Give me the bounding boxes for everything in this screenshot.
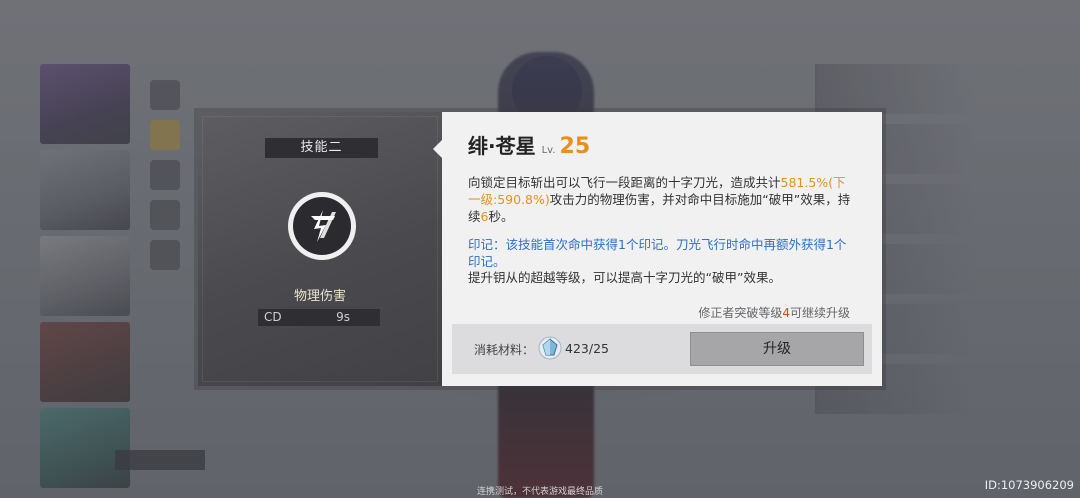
skill-name: 绯·苍星 (468, 134, 536, 158)
cost-box: 消耗材料： 423/25 升级 (452, 324, 872, 374)
breakthrough-requirement: 修正者突破等级4可继续升级 (698, 304, 850, 321)
cooldown-bar: CD 9s (258, 309, 380, 326)
cost-label: 消耗材料： (474, 343, 535, 357)
desc-text: 向锁定目标斩出可以飞行一段距离的十字刀光，造成共计 (468, 175, 781, 190)
skill-detail-modal: 技能二 物理伤害 CD 9s 绯·苍星 Lv. 25 向锁定目标斩出可以飞行一段… (198, 112, 882, 386)
panel-pointer (433, 140, 442, 158)
skill-detail-panel: 绯·苍星 Lv. 25 向锁定目标斩出可以飞行一段距离的十字刀光，造成共计581… (433, 112, 882, 386)
cross-slash-skill-icon (288, 192, 356, 260)
damage-type: 物理伤害 (293, 289, 346, 304)
cross-slash-glyph-icon (311, 210, 336, 242)
user-id: ID:1073906209 (984, 478, 1074, 492)
breakthrough-level: 4 (782, 306, 790, 320)
upgrade-description: 提升钥从的超越等级，可以提高十字刀光的“破甲”效果。 (468, 270, 781, 285)
level-label: Lv. (541, 145, 556, 156)
skill-slot-label: 技能二 (265, 138, 378, 158)
skill-description: 向锁定目标斩出可以飞行一段距离的十字刀光，造成共计581.5%(下一级:590.… (468, 174, 858, 225)
breakthrough-prefix: 修正者突破等级 (698, 306, 783, 320)
desc-text: 秒。 (488, 209, 514, 224)
crystal-material-icon (538, 336, 562, 360)
skill-summary-panel: 技能二 物理伤害 CD 9s (198, 112, 442, 386)
cooldown-value: 9s (336, 310, 350, 324)
skill-title: 绯·苍星 Lv. 25 (468, 130, 590, 159)
skill-level: 25 (559, 134, 591, 159)
breakthrough-suffix: 可继续升级 (789, 306, 850, 320)
cooldown-label: CD (264, 310, 282, 324)
build-disclaimer: 连携测试，不代表游戏最终品质 (476, 487, 603, 497)
material-count: 423/25 (565, 341, 609, 356)
mark-description: 印记：该技能首次命中获得1个印记。刀光飞行时命中再额外获得1个印记。 (468, 237, 847, 269)
upgrade-button[interactable]: 升级 (690, 332, 864, 366)
